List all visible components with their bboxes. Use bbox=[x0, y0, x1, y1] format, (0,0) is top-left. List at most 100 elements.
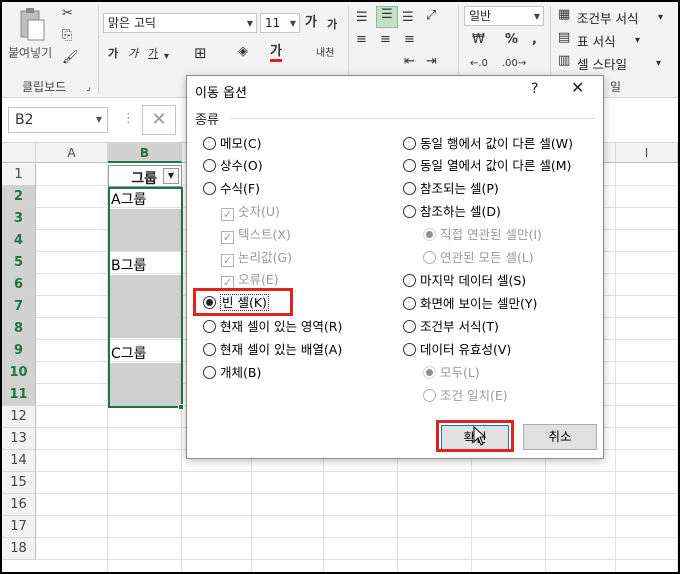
shrink-font-button[interactable]: 가 bbox=[327, 17, 337, 33]
orientation-icon[interactable]: ⤢ bbox=[426, 8, 436, 24]
name-box-value: B2 bbox=[15, 112, 34, 128]
cut-icon[interactable]: ✂ bbox=[62, 6, 73, 22]
option-visible-cells[interactable]: 화면에 보이는 셀만(Y) bbox=[403, 295, 537, 313]
radio-disabled-icon bbox=[423, 251, 436, 264]
row-header-18[interactable]: 18 bbox=[2, 538, 36, 560]
row-header-11[interactable]: 11 bbox=[2, 384, 36, 406]
row-header-2[interactable]: 2 bbox=[2, 186, 36, 208]
borders-icon[interactable]: ⊞ bbox=[194, 45, 207, 61]
radio-icon bbox=[403, 159, 416, 172]
paste-icon[interactable] bbox=[16, 8, 46, 42]
chevron-down-icon: ▼ bbox=[95, 115, 102, 124]
column-header-i[interactable]: I bbox=[616, 143, 678, 163]
number-format-combo[interactable]: 일반 ▼ bbox=[464, 6, 544, 26]
radio-icon bbox=[403, 274, 416, 287]
row-header-16[interactable]: 16 bbox=[2, 494, 36, 516]
italic-button[interactable]: 가 bbox=[128, 46, 138, 62]
radio-icon bbox=[203, 137, 216, 150]
radio-icon bbox=[403, 205, 416, 218]
checkmark-icon: ✓ bbox=[221, 254, 234, 267]
align-left-icon[interactable]: ≡ bbox=[356, 32, 367, 48]
close-icon[interactable]: ✕ bbox=[571, 78, 584, 97]
option-row-differences[interactable]: 동일 행에서 값이 다른 셀(W) bbox=[403, 135, 573, 153]
row-header-9[interactable]: 9 bbox=[2, 340, 36, 362]
format-painter-icon[interactable]: 🖌 bbox=[62, 50, 79, 66]
phonetic-button[interactable]: 내천 bbox=[316, 46, 334, 62]
option-last-cell[interactable]: 마지막 데이터 셀(S) bbox=[403, 272, 526, 290]
dialog-launcher-icon[interactable]: ⌟ bbox=[86, 80, 91, 96]
copy-icon[interactable]: ⎘ bbox=[62, 28, 72, 44]
underline-button[interactable]: 가 bbox=[148, 46, 158, 62]
align-right-icon[interactable]: ≡ bbox=[404, 32, 415, 48]
cell-styles-icon[interactable]: ▥ bbox=[558, 53, 570, 69]
gridline-horizontal bbox=[36, 559, 678, 560]
cancel-button[interactable]: 취소 bbox=[523, 424, 597, 450]
column-header-a[interactable]: A bbox=[36, 143, 108, 163]
increase-decimal-icon[interactable]: ←.0 bbox=[470, 56, 488, 72]
row-header-13[interactable]: 13 bbox=[2, 428, 36, 450]
row-header-17[interactable]: 17 bbox=[2, 516, 36, 538]
option-constants[interactable]: 상수(O) bbox=[203, 157, 263, 175]
table-format-icon[interactable]: ▤ bbox=[558, 30, 570, 46]
cancel-entry-icon[interactable]: ✕ bbox=[142, 105, 176, 135]
option-comments[interactable]: 메모(C) bbox=[203, 135, 261, 153]
font-size-combo[interactable]: 11 ▼ bbox=[260, 13, 300, 33]
radio-icon bbox=[203, 343, 216, 356]
help-button[interactable]: ? bbox=[531, 81, 538, 97]
gridline-horizontal bbox=[36, 471, 678, 472]
align-middle-icon[interactable]: ☰ bbox=[376, 6, 398, 28]
row-header-15[interactable]: 15 bbox=[2, 472, 36, 494]
option-column-differences[interactable]: 동일 열에서 값이 다른 셀(M) bbox=[403, 157, 571, 175]
decrease-indent-icon[interactable]: ⇤ bbox=[404, 54, 415, 70]
fill-handle[interactable] bbox=[178, 404, 184, 410]
row-header-10[interactable]: 10 bbox=[2, 362, 36, 384]
align-center-icon[interactable]: ≡ bbox=[380, 32, 391, 48]
increase-indent-icon[interactable]: ⇥ bbox=[426, 54, 437, 70]
chevron-down-icon: ▼ bbox=[533, 12, 540, 21]
conditional-format-icon[interactable]: ▦ bbox=[558, 7, 570, 23]
row-header-6[interactable]: 6 bbox=[2, 274, 36, 296]
cell-styles-button[interactable]: 셀 스타일 bbox=[577, 54, 627, 73]
chevron-down-icon[interactable]: ▾ bbox=[164, 49, 169, 65]
option-current-array[interactable]: 현재 셀이 있는 배열(A) bbox=[203, 341, 342, 359]
font-color-button[interactable]: 가 bbox=[270, 45, 282, 62]
decrease-decimal-icon[interactable]: .00→ bbox=[502, 56, 526, 72]
row-header-4[interactable]: 4 bbox=[2, 230, 36, 252]
align-top-icon[interactable]: ☰ bbox=[356, 10, 368, 26]
font-name-combo[interactable]: 맑은 고딕 ▼ bbox=[103, 13, 257, 33]
row-header-5[interactable]: 5 bbox=[2, 252, 36, 274]
paste-button-label[interactable]: 붙여넣기 bbox=[8, 44, 52, 61]
name-box[interactable]: B2 ▼ bbox=[8, 107, 108, 133]
mouse-cursor-icon bbox=[473, 426, 487, 446]
option-current-region[interactable]: 현재 셀이 있는 영역(R) bbox=[203, 318, 342, 336]
option-data-validation[interactable]: 데이터 유효성(V) bbox=[403, 341, 511, 359]
selection-border bbox=[108, 187, 183, 408]
percent-icon[interactable]: % bbox=[505, 32, 518, 48]
select-all-corner[interactable] bbox=[2, 143, 36, 163]
option-dependents[interactable]: 참조하는 셀(D) bbox=[403, 203, 501, 221]
row-header-12[interactable]: 12 bbox=[2, 406, 36, 428]
bold-button[interactable]: 가 bbox=[108, 46, 118, 62]
chevron-down-icon: ▾ bbox=[656, 58, 662, 69]
align-bottom-icon[interactable]: ☰ bbox=[402, 10, 414, 26]
option-objects[interactable]: 개체(B) bbox=[203, 364, 261, 382]
row-header-1[interactable]: 1 bbox=[2, 164, 36, 186]
option-precedents[interactable]: 참조되는 셀(P) bbox=[403, 180, 499, 198]
fill-color-icon[interactable]: ◈ bbox=[238, 44, 248, 60]
highlight-box-blanks bbox=[193, 288, 293, 316]
group-header-cell[interactable]: 그룹 ▼ bbox=[108, 165, 182, 187]
option-conditional-formats[interactable]: 조건부 서식(T) bbox=[403, 318, 499, 336]
grow-font-button[interactable]: 가 bbox=[305, 15, 317, 31]
option-formulas[interactable]: 수식(F) bbox=[203, 180, 260, 198]
radio-disabled-icon bbox=[423, 228, 436, 241]
column-header-b[interactable]: B bbox=[108, 143, 182, 163]
row-header-14[interactable]: 14 bbox=[2, 450, 36, 472]
conditional-format-button[interactable]: 조건부 서식 bbox=[577, 8, 638, 27]
table-format-button[interactable]: 표 서식 bbox=[577, 31, 615, 50]
comma-icon[interactable]: , bbox=[532, 32, 537, 48]
filter-dropdown-icon[interactable]: ▼ bbox=[163, 168, 179, 184]
currency-icon[interactable]: ₩ bbox=[472, 32, 485, 48]
row-header-3[interactable]: 3 bbox=[2, 208, 36, 230]
row-header-8[interactable]: 8 bbox=[2, 318, 36, 340]
row-header-7[interactable]: 7 bbox=[2, 296, 36, 318]
